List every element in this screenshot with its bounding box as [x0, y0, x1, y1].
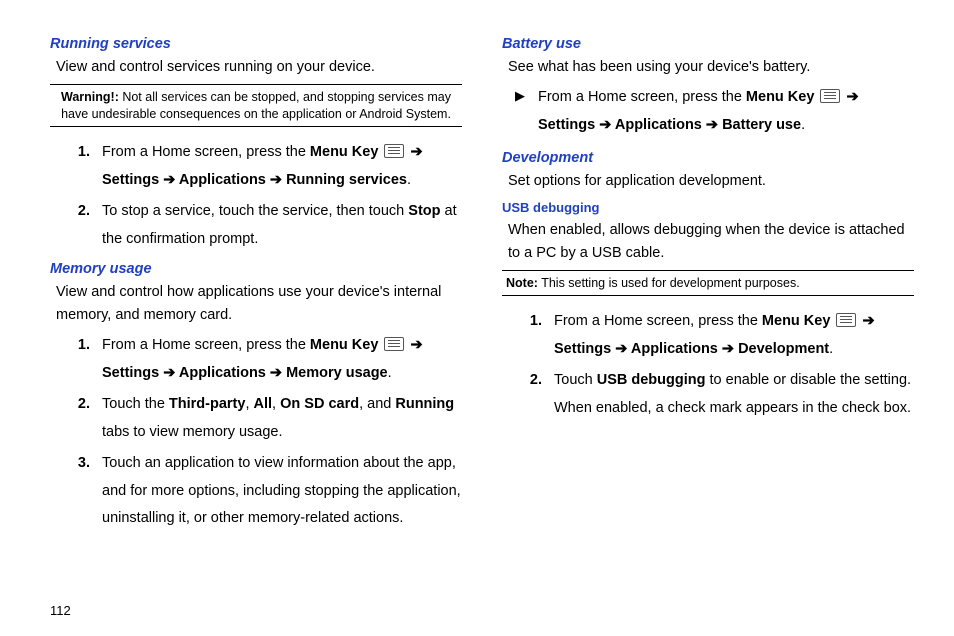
step-item: 1. From a Home screen, press the Menu Ke… — [50, 139, 462, 194]
step-body: From a Home screen, press the Menu Key ➔… — [102, 139, 462, 194]
warning-text: Not all services can be stopped, and sto… — [61, 90, 451, 120]
period: . — [801, 117, 805, 133]
comma: , — [245, 396, 253, 412]
menu-key-label: Menu Key — [310, 144, 379, 160]
menu-key-label: Menu Key — [762, 313, 831, 329]
note-box: Note: This setting is used for developme… — [502, 270, 914, 296]
step-item: 2. Touch the Third-party, All, On SD car… — [50, 391, 462, 446]
step-number: 2. — [50, 391, 102, 446]
warning-label: Warning!: — [61, 90, 119, 104]
manual-page: Running services View and control servic… — [0, 0, 954, 610]
memory-usage-desc: View and control how applications use yo… — [56, 281, 462, 326]
running-tab: Running — [395, 396, 454, 412]
third-party-tab: Third-party — [169, 396, 246, 412]
step-number: 1. — [50, 332, 102, 387]
step-number: 3. — [50, 450, 102, 533]
stop-label: Stop — [408, 203, 440, 219]
menu-key-icon — [384, 337, 404, 351]
usb-debugging-steps: 1. From a Home screen, press the Menu Ke… — [502, 308, 914, 422]
step-item: 2. Touch USB debugging to enable or disa… — [502, 367, 914, 422]
menu-key-icon — [384, 144, 404, 158]
step-text: To stop a service, touch the service, th… — [102, 203, 408, 219]
step-number: 1. — [50, 139, 102, 194]
on-sd-card-tab: On SD card — [280, 396, 359, 412]
battery-use-bullet: ▶ From a Home screen, press the Menu Key… — [502, 84, 914, 139]
note-label: Note: — [506, 276, 538, 290]
step-text: tabs to view memory usage. — [102, 424, 283, 440]
right-column: Battery use See what has been using your… — [502, 30, 914, 590]
period: . — [388, 365, 392, 381]
usb-debugging-label: USB debugging — [597, 372, 706, 388]
menu-key-label: Menu Key — [746, 89, 815, 105]
step-text: From a Home screen, press the — [554, 313, 762, 329]
warning-box: Warning!: Not all services can be stoppe… — [50, 84, 462, 127]
step-body: Touch USB debugging to enable or disable… — [554, 367, 914, 422]
development-desc: Set options for application development. — [508, 170, 914, 192]
heading-battery-use: Battery use — [502, 36, 914, 52]
step-text: From a Home screen, press the — [102, 144, 310, 160]
heading-memory-usage: Memory usage — [50, 261, 462, 277]
triangle-bullet-icon: ▶ — [502, 84, 538, 139]
step-text: From a Home screen, press the — [102, 337, 310, 353]
step-body: From a Home screen, press the Menu Key ➔… — [554, 308, 914, 363]
step-number: 2. — [50, 198, 102, 253]
page-number: 112 — [50, 603, 71, 618]
bullet-body: From a Home screen, press the Menu Key ➔… — [538, 84, 914, 139]
step-item: 2. To stop a service, touch the service,… — [50, 198, 462, 253]
memory-usage-steps: 1. From a Home screen, press the Menu Ke… — [50, 332, 462, 533]
note-text: This setting is used for development pur… — [538, 276, 800, 290]
step-text: Touch the — [102, 396, 169, 412]
menu-key-icon — [836, 313, 856, 327]
step-body: Touch the Third-party, All, On SD card, … — [102, 391, 462, 446]
bullet-item: ▶ From a Home screen, press the Menu Key… — [502, 84, 914, 139]
heading-development: Development — [502, 150, 914, 166]
step-item: 1. From a Home screen, press the Menu Ke… — [502, 308, 914, 363]
period: . — [407, 172, 411, 188]
step-text: From a Home screen, press the — [538, 89, 746, 105]
comma: , and — [359, 396, 395, 412]
menu-key-label: Menu Key — [310, 337, 379, 353]
left-column: Running services View and control servic… — [50, 30, 462, 590]
heading-running-services: Running services — [50, 36, 462, 52]
step-body: Touch an application to view information… — [102, 450, 462, 533]
step-item: 3. Touch an application to view informat… — [50, 450, 462, 533]
comma: , — [272, 396, 280, 412]
step-item: 1. From a Home screen, press the Menu Ke… — [50, 332, 462, 387]
usb-debugging-desc: When enabled, allows debugging when the … — [508, 219, 914, 264]
running-services-desc: View and control services running on you… — [56, 56, 462, 78]
step-text: Touch — [554, 372, 597, 388]
step-number: 2. — [502, 367, 554, 422]
all-tab: All — [254, 396, 273, 412]
step-body: To stop a service, touch the service, th… — [102, 198, 462, 253]
running-services-steps: 1. From a Home screen, press the Menu Ke… — [50, 139, 462, 253]
menu-key-icon — [820, 89, 840, 103]
step-body: From a Home screen, press the Menu Key ➔… — [102, 332, 462, 387]
heading-usb-debugging: USB debugging — [502, 200, 914, 215]
period: . — [829, 341, 833, 357]
step-number: 1. — [502, 308, 554, 363]
battery-use-desc: See what has been using your device's ba… — [508, 56, 914, 78]
